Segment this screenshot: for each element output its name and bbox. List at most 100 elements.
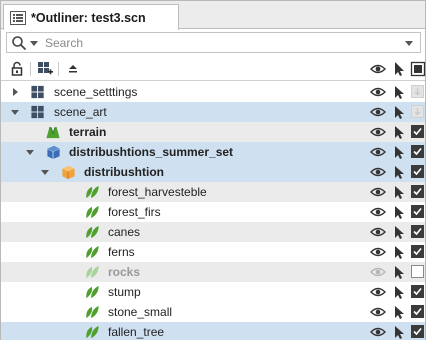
- tree-row[interactable]: forest_harvesteble: [1, 182, 425, 202]
- visibility-eye-icon[interactable]: [370, 185, 386, 199]
- visibility-eye-icon[interactable]: [370, 125, 386, 139]
- include-checkbox[interactable]: [411, 285, 424, 298]
- search-icon: [12, 35, 27, 50]
- selectable-arrow-icon[interactable]: [393, 85, 405, 99]
- tree-row[interactable]: forest_firs: [1, 202, 425, 222]
- tree-row[interactable]: distribushtion: [1, 162, 425, 182]
- leaf-icon: [86, 245, 99, 259]
- include-checkbox[interactable]: [411, 325, 424, 338]
- visibility-eye-icon[interactable]: [370, 225, 386, 239]
- select-arrow-icon[interactable]: [391, 61, 407, 77]
- tree-row-label: fallen_tree: [108, 325, 165, 339]
- scene-blocks-icon: [31, 85, 44, 99]
- tree-row-label: rocks: [108, 265, 141, 279]
- lock-icon[interactable]: [9, 61, 25, 77]
- tree-row[interactable]: fallen_tree: [1, 322, 425, 340]
- selectable-arrow-icon[interactable]: [393, 305, 405, 319]
- selectable-arrow-icon[interactable]: [393, 105, 405, 119]
- tree-row[interactable]: stump: [1, 282, 425, 302]
- outliner-list-icon: [10, 10, 26, 25]
- leaf-icon: [86, 185, 99, 199]
- tree-row[interactable]: terrain: [1, 122, 425, 142]
- chevron-down-icon[interactable]: [404, 38, 414, 48]
- search-bar[interactable]: [6, 32, 421, 53]
- selectable-arrow-icon[interactable]: [393, 245, 405, 259]
- tree-row-label: stone_small: [108, 305, 173, 319]
- tab-outliner[interactable]: *Outliner: test3.scn: [3, 4, 179, 30]
- blue-box-icon: [47, 145, 60, 160]
- leaf-icon: [86, 285, 99, 299]
- visibility-eye-icon[interactable]: [370, 265, 386, 279]
- tree-row-label: stump: [108, 285, 141, 299]
- visibility-eye-icon[interactable]: [370, 245, 386, 259]
- selectable-arrow-icon[interactable]: [393, 225, 405, 239]
- scene-blocks-icon: [31, 105, 44, 119]
- add-group-icon[interactable]: [37, 61, 53, 77]
- visibility-eye-icon[interactable]: [370, 105, 386, 119]
- include-checkbox[interactable]: [411, 185, 424, 198]
- include-checkbox[interactable]: [411, 165, 424, 178]
- leaf-icon: [86, 225, 99, 239]
- visibility-eye-icon[interactable]: [370, 165, 386, 179]
- leaf-icon: [86, 325, 99, 339]
- visibility-eye-icon[interactable]: [370, 325, 386, 339]
- tab-title: *Outliner: test3.scn: [31, 10, 146, 25]
- tree-row[interactable]: rocks: [1, 262, 425, 282]
- tree-row[interactable]: scene_setttings: [1, 82, 425, 102]
- collapse-arrow-icon[interactable]: [10, 107, 20, 117]
- eye-icon[interactable]: [370, 61, 386, 77]
- include-checkbox[interactable]: [411, 245, 424, 258]
- visibility-eye-icon[interactable]: [370, 305, 386, 319]
- include-checkbox[interactable]: [411, 85, 424, 98]
- checkbox-column-icon[interactable]: [410, 61, 426, 77]
- leaf-icon: [86, 265, 99, 279]
- visibility-eye-icon[interactable]: [370, 145, 386, 159]
- search-input[interactable]: [45, 35, 385, 50]
- tree-row-label: distribushtion: [84, 165, 164, 179]
- tree-row-label: distribushtions_summer_set: [69, 145, 234, 159]
- tree-row[interactable]: ferns: [1, 242, 425, 262]
- collapse-arrow-icon[interactable]: [40, 167, 50, 177]
- tree-row-label: scene_setttings: [54, 85, 138, 99]
- tree-row-label: terrain: [69, 125, 107, 139]
- selectable-arrow-icon[interactable]: [393, 325, 405, 339]
- selectable-arrow-icon[interactable]: [393, 165, 405, 179]
- tree-row[interactable]: stone_small: [1, 302, 425, 322]
- selectable-arrow-icon[interactable]: [393, 265, 405, 279]
- collapse-arrow-icon[interactable]: [25, 147, 35, 157]
- include-checkbox[interactable]: [411, 305, 424, 318]
- include-checkbox[interactable]: [411, 205, 424, 218]
- outliner-panel: *Outliner: test3.scn Search scene_settti…: [0, 0, 426, 340]
- include-checkbox[interactable]: [411, 125, 424, 138]
- search-options-icon[interactable]: [29, 38, 39, 48]
- selectable-arrow-icon[interactable]: [393, 145, 405, 159]
- selectable-arrow-icon[interactable]: [393, 285, 405, 299]
- leaf-icon: [86, 305, 99, 319]
- expand-arrow-icon[interactable]: [10, 87, 20, 97]
- include-checkbox[interactable]: [411, 145, 424, 158]
- leaf-icon: [86, 205, 99, 219]
- include-checkbox[interactable]: [411, 105, 424, 118]
- visibility-eye-icon[interactable]: [370, 205, 386, 219]
- selectable-arrow-icon[interactable]: [393, 185, 405, 199]
- visibility-eye-icon[interactable]: [370, 85, 386, 99]
- toolbar: [1, 57, 426, 81]
- toolbar-divider: [58, 62, 59, 76]
- selectable-arrow-icon[interactable]: [393, 125, 405, 139]
- tab-strip: *Outliner: test3.scn: [1, 1, 425, 30]
- selectable-arrow-icon[interactable]: [393, 205, 405, 219]
- tree-row-label: canes: [108, 225, 141, 239]
- tree-row[interactable]: distribushtions_summer_set: [1, 142, 425, 162]
- tree-row-label: ferns: [108, 245, 135, 259]
- include-checkbox[interactable]: [411, 225, 424, 238]
- tree-row[interactable]: scene_art: [1, 102, 425, 122]
- terrain-icon: [46, 127, 60, 139]
- tree-row[interactable]: canes: [1, 222, 425, 242]
- orange-box-icon: [62, 165, 75, 180]
- visibility-eye-icon[interactable]: [370, 285, 386, 299]
- collapse-up-icon[interactable]: [65, 61, 81, 77]
- toolbar-divider: [30, 62, 31, 76]
- tree-row-label: forest_firs: [108, 205, 161, 219]
- include-checkbox[interactable]: [411, 265, 424, 278]
- tree-row-label: forest_harvesteble: [108, 185, 207, 199]
